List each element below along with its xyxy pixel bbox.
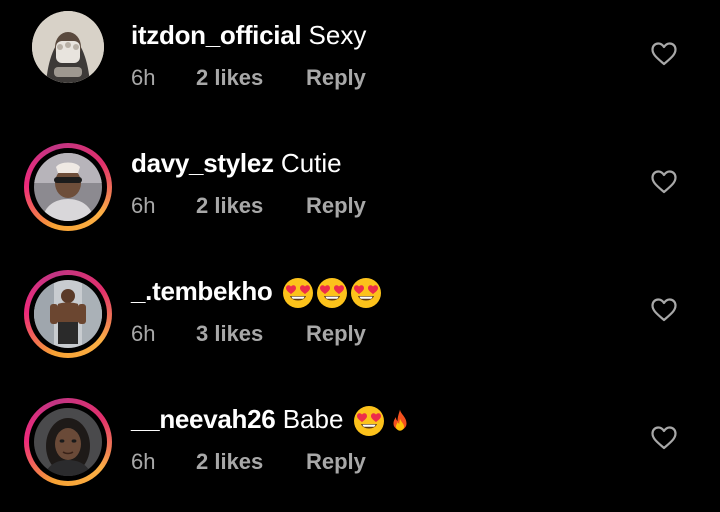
comment-item: itzdon_official Sexy 6h 2 likes Reply <box>0 0 720 128</box>
comment-meta: 6h 3 likes Reply <box>131 320 366 348</box>
timestamp: 6h <box>131 321 156 346</box>
avatar-photo-icon <box>34 153 102 221</box>
likes-count[interactable]: 2 likes <box>196 448 306 476</box>
comment-text: Cutie <box>280 148 342 178</box>
avatar[interactable] <box>24 398 112 486</box>
comment-meta: 6h 2 likes Reply <box>131 448 366 476</box>
comment-text-line: _.tembekho <box>131 275 382 309</box>
heart-icon[interactable] <box>651 426 677 450</box>
likes-count[interactable]: 2 likes <box>196 64 306 92</box>
avatar-photo-icon <box>34 408 102 476</box>
username[interactable]: _.tembekho <box>131 276 273 306</box>
avatar-image <box>32 11 104 83</box>
comment-text-line: davy_stylez Cutie <box>131 147 342 179</box>
heart-icon[interactable] <box>651 170 677 194</box>
comment-meta: 6h 2 likes Reply <box>131 64 366 92</box>
avatar-image <box>34 408 102 476</box>
likes-count[interactable]: 3 likes <box>196 320 306 348</box>
heart-eyes-emoji <box>350 277 382 309</box>
avatar-image <box>34 280 102 348</box>
comment-text-line: __neevah26 Babe <box>131 403 413 437</box>
likes-count[interactable]: 2 likes <box>196 192 306 220</box>
avatar-ring-gap <box>29 403 107 481</box>
comment-item: _.tembekho 6h 3 likes Reply <box>0 256 720 384</box>
avatar-photo-icon <box>34 280 102 348</box>
timestamp: 6h <box>131 449 156 474</box>
heart-eyes-emoji <box>282 277 314 309</box>
reply-button[interactable]: Reply <box>306 448 366 476</box>
avatar-ring-gap <box>29 148 107 226</box>
avatar-ring-gap <box>29 275 107 353</box>
heart-icon[interactable] <box>651 42 677 66</box>
fire-emoji <box>387 405 413 437</box>
avatar[interactable] <box>24 270 112 358</box>
username[interactable]: davy_stylez <box>131 148 274 178</box>
username[interactable]: __neevah26 <box>131 404 276 434</box>
comment-meta: 6h 2 likes Reply <box>131 192 366 220</box>
reply-button[interactable]: Reply <box>306 192 366 220</box>
comment-item: davy_stylez Cutie 6h 2 likes Reply <box>0 128 720 256</box>
avatar-photo-icon <box>32 11 104 83</box>
avatar-image <box>34 153 102 221</box>
heart-icon[interactable] <box>651 298 677 322</box>
reply-button[interactable]: Reply <box>306 320 366 348</box>
timestamp: 6h <box>131 193 156 218</box>
comment-text: Babe <box>282 404 344 434</box>
timestamp: 6h <box>131 65 156 90</box>
reply-button[interactable]: Reply <box>306 64 366 92</box>
heart-eyes-emoji <box>316 277 348 309</box>
comment-text: Sexy <box>308 20 367 50</box>
comment-text-line: itzdon_official Sexy <box>131 19 366 51</box>
avatar[interactable] <box>24 143 112 231</box>
comment-item: __neevah26 Babe 6h 2 likes Reply <box>0 384 720 512</box>
heart-eyes-emoji <box>353 405 385 437</box>
username[interactable]: itzdon_official <box>131 20 302 50</box>
avatar[interactable] <box>24 3 112 91</box>
